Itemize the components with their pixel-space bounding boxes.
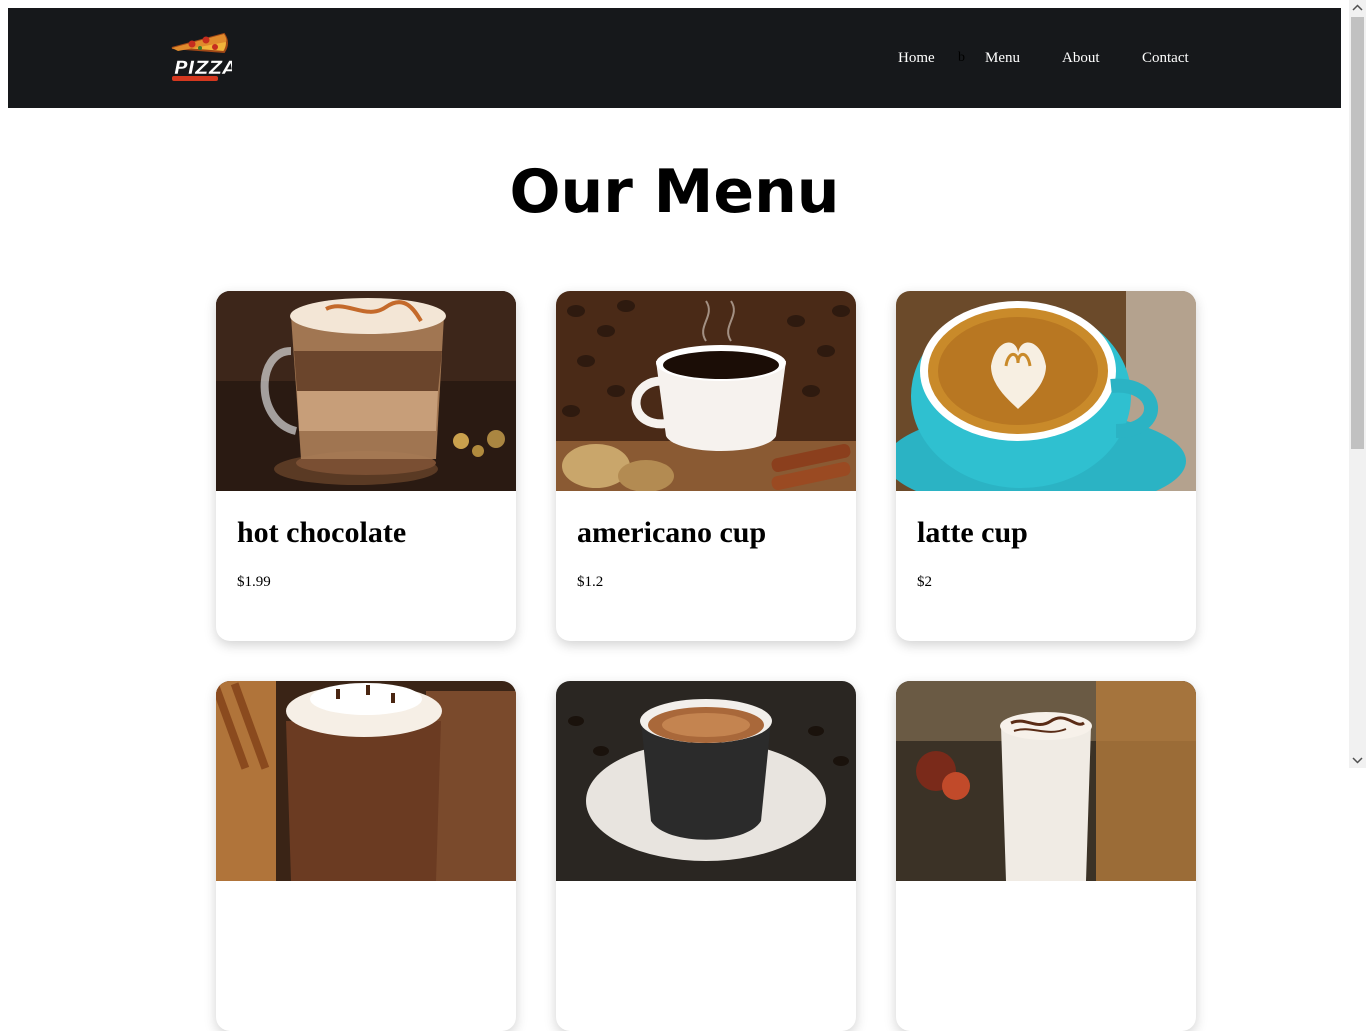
menu-card-latte[interactable]: latte cup $2 [896, 291, 1196, 641]
logo-wordmark: PIZZA [174, 57, 232, 79]
item-name: latte cup [917, 516, 1028, 549]
item-name: hot chocolate [237, 516, 407, 549]
espresso-image [556, 681, 856, 881]
page-title: Our Menu [509, 157, 840, 227]
nav-about[interactable]: About [1062, 49, 1100, 67]
item-price: $1.99 [237, 574, 271, 590]
hot-chocolate-image [216, 291, 516, 491]
menu-card-6[interactable] [896, 681, 1196, 1031]
navbar: PIZZA Home b Menu About Contact [8, 8, 1341, 108]
item-price: $1.2 [577, 574, 604, 590]
item-name: americano cup [577, 516, 767, 549]
vertical-scrollbar[interactable] [1349, 0, 1366, 768]
scroll-down-arrow-icon[interactable] [1349, 751, 1366, 768]
latte-image [896, 291, 1196, 491]
americano-image [556, 291, 856, 491]
menu-card-5[interactable] [556, 681, 856, 1031]
scrollbar-thumb[interactable] [1351, 17, 1364, 449]
stray-text: b [958, 50, 965, 65]
nav-menu[interactable]: Menu [985, 49, 1020, 67]
pizza-logo[interactable]: PIZZA [158, 28, 232, 90]
nav-home[interactable]: Home [898, 49, 935, 67]
menu-card-americano[interactable]: americano cup $1.2 [556, 291, 856, 641]
scroll-up-arrow-icon[interactable] [1349, 0, 1366, 17]
mocha-image [896, 681, 1196, 881]
hot-cocoa-whipped-image [216, 681, 516, 881]
menu-card-hot-chocolate[interactable]: hot chocolate $1.99 [216, 291, 516, 641]
item-price: $2 [917, 574, 932, 590]
menu-card-4[interactable] [216, 681, 516, 1031]
nav-contact[interactable]: Contact [1142, 49, 1189, 67]
